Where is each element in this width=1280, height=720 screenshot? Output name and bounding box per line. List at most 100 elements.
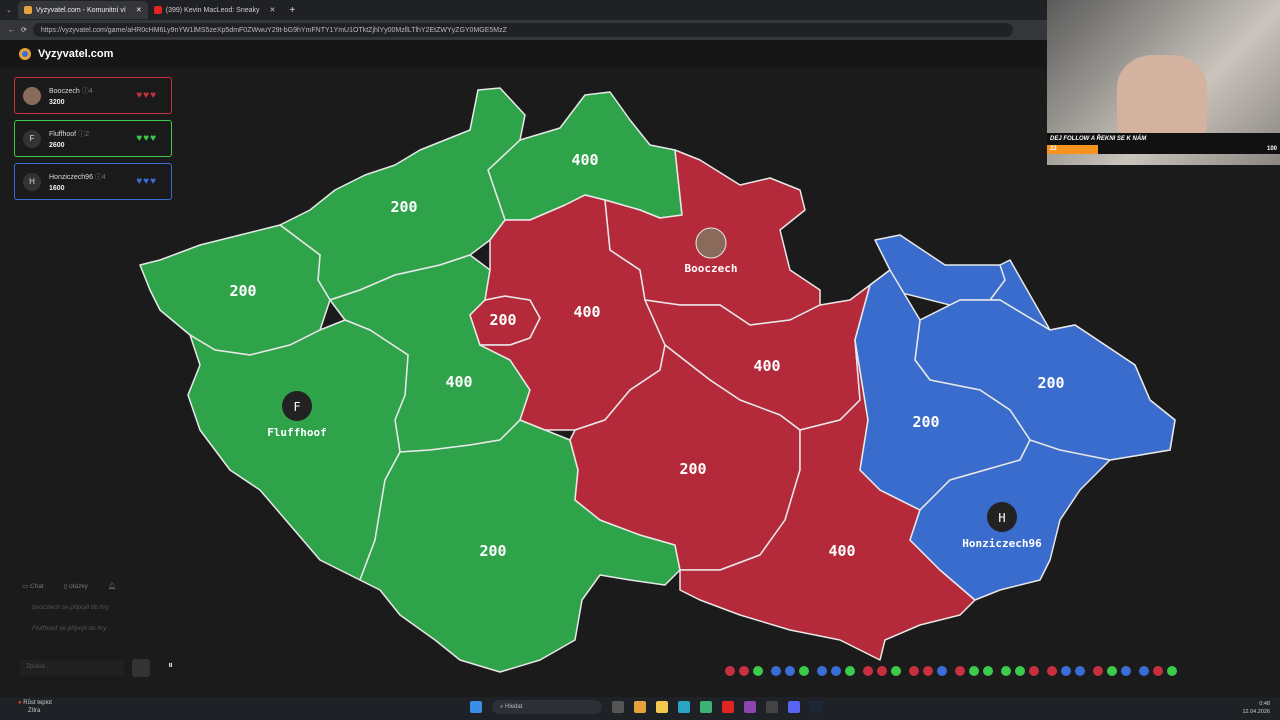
player-card-honziczech96: H Honziczech96 ⓘ4 1600 ♥♥♥ <box>14 163 172 200</box>
stream-banner: DEJ FOLLOW A ŘEKNI SE K NÁM <box>1047 133 1280 145</box>
round-dot <box>1061 666 1071 676</box>
taskbar-search[interactable]: ⌕ Hledat <box>492 700 602 714</box>
lives-hearts-icon: ♥♥♥ <box>136 133 157 144</box>
tab-youtube[interactable]: (399) Kevin MacLeod: Sneaky ✕ <box>148 1 282 19</box>
round-dot <box>771 666 781 676</box>
round-dot <box>969 666 979 676</box>
tab-list-icon[interactable]: ⌄ <box>0 6 18 14</box>
clock-date: 12.04.2026 <box>1242 709 1270 715</box>
weather-widget[interactable]: ● Růst teplot Zítra <box>18 699 52 715</box>
obs-icon[interactable] <box>766 701 778 713</box>
level-icon: ⓘ <box>94 173 102 181</box>
player-level: 4 <box>101 173 106 181</box>
round-dot <box>1107 666 1117 676</box>
tab-questions[interactable]: ▯ otázky <box>64 582 88 590</box>
browser-icon[interactable] <box>634 701 646 713</box>
round-dot <box>937 666 947 676</box>
vyzyvatel-logo-icon[interactable] <box>18 47 32 61</box>
browser-tabbar: ⌄ Vyzyvatel.com - Komunitní ví ✕ (399) K… <box>0 0 1047 20</box>
player-card-booczech: Booczech ⓘ4 3200 ♥♥♥ <box>14 77 172 114</box>
round-dot <box>739 666 749 676</box>
chrome-icon[interactable] <box>700 701 712 713</box>
round-dot <box>831 666 841 676</box>
round-dot <box>1153 666 1163 676</box>
tab-label: Vyzyvatel.com - Komunitní ví <box>35 6 126 14</box>
webcam-overlay: DEJ FOLLOW A ŘEKNI SE K NÁM 22 100 <box>1047 0 1280 165</box>
task-view-icon[interactable] <box>612 701 624 713</box>
chat-input[interactable]: Zpráva... <box>20 660 124 676</box>
round-dot <box>1139 666 1149 676</box>
level-icon: ⓘ <box>81 87 89 95</box>
tab-chat[interactable]: ▭ Chat <box>22 582 44 590</box>
player-name: Booczech <box>49 87 80 95</box>
player-score: 1600 <box>49 184 65 192</box>
player-score: 3200 <box>49 98 65 106</box>
reload-icon[interactable]: ⟳ <box>21 26 27 34</box>
round-dot <box>785 666 795 676</box>
round-dot <box>923 666 933 676</box>
avatar: F <box>23 129 41 148</box>
round-dot <box>1001 666 1011 676</box>
chat-message: Fluffhoof se připojil do hry <box>32 625 107 632</box>
round-dot <box>1093 666 1103 676</box>
system-clock[interactable]: 0:48 12.04.2026 <box>1242 700 1270 716</box>
twitch-icon[interactable] <box>744 701 756 713</box>
round-dot <box>1047 666 1057 676</box>
folder-icon[interactable] <box>656 701 668 713</box>
close-icon[interactable]: ✕ <box>270 6 276 14</box>
back-icon[interactable]: ← <box>8 27 15 34</box>
send-button[interactable] <box>132 659 150 677</box>
clock-time: 0:48 <box>1259 701 1270 707</box>
avatar: H <box>23 172 41 191</box>
round-dot <box>753 666 763 676</box>
player-score: 2600 <box>49 141 65 149</box>
close-icon[interactable]: ✕ <box>136 6 142 14</box>
chat-message: booczech se připojil do hry <box>32 604 109 611</box>
discord-icon[interactable] <box>788 701 800 713</box>
goal-target: 100 <box>1266 146 1277 152</box>
site-header: Vyzyvatel.com <box>0 40 1047 68</box>
bell-icon[interactable]: 🔔︎ <box>108 582 116 590</box>
round-dot <box>1167 666 1177 676</box>
address-bar: ← ⟳ https://vyzyvatel.com/game/aHR0cHM6L… <box>0 20 1047 40</box>
round-dot <box>845 666 855 676</box>
round-dot <box>817 666 827 676</box>
chat-icon: ▭ <box>22 583 30 590</box>
windows-start-icon[interactable] <box>470 701 482 713</box>
round-dot <box>909 666 919 676</box>
round-dot <box>891 666 901 676</box>
edge-icon[interactable] <box>678 701 690 713</box>
tab-label: (399) Kevin MacLeod: Sneaky <box>165 6 260 14</box>
chat-panel: ▭ Chat ▯ otázky 🔔︎ booczech se připojil … <box>14 578 159 683</box>
windows-taskbar: ● Růst teplot Zítra ⌕ Hledat 0:48 12.04.… <box>0 697 1280 720</box>
pause-icon[interactable]: ⏸ <box>168 660 182 678</box>
steam-icon[interactable] <box>810 701 822 713</box>
lives-hearts-icon: ♥♥♥ <box>136 90 157 101</box>
round-dot <box>877 666 887 676</box>
tab-vyzyvatel[interactable]: Vyzyvatel.com - Komunitní ví ✕ <box>17 1 148 19</box>
players-panel: Booczech ⓘ4 3200 ♥♥♥ F Fluffhoof ⓘ2 2600… <box>14 77 172 206</box>
round-dot <box>955 666 965 676</box>
youtube-icon[interactable] <box>722 701 734 713</box>
round-track <box>725 662 1271 680</box>
player-level: 4 <box>88 87 93 95</box>
follow-goal-bar: 22 100 <box>1047 145 1280 154</box>
weather-subtext: Zítra <box>28 708 41 714</box>
player-level: 2 <box>85 130 89 138</box>
vyzyvatel-favicon-icon <box>23 6 32 14</box>
map-region[interactable] <box>139 224 331 356</box>
site-logo-text[interactable]: Vyzyvatel.com <box>38 48 113 60</box>
new-tab-button[interactable]: + <box>281 5 303 16</box>
round-dot <box>1075 666 1085 676</box>
player-name: Honziczech96 <box>49 173 93 181</box>
round-dot <box>1121 666 1131 676</box>
round-dot <box>863 666 873 676</box>
goal-current: 22 <box>1050 146 1057 152</box>
url-field[interactable]: https://vyzyvatel.com/game/aHR0cHM6Ly9nY… <box>32 23 1013 37</box>
round-dot <box>725 666 735 676</box>
round-dot <box>1015 666 1025 676</box>
player-name: Fluffhoof <box>49 130 77 138</box>
round-dot <box>983 666 993 676</box>
weather-text: Růst teplot <box>23 700 52 706</box>
round-dot <box>799 666 809 676</box>
